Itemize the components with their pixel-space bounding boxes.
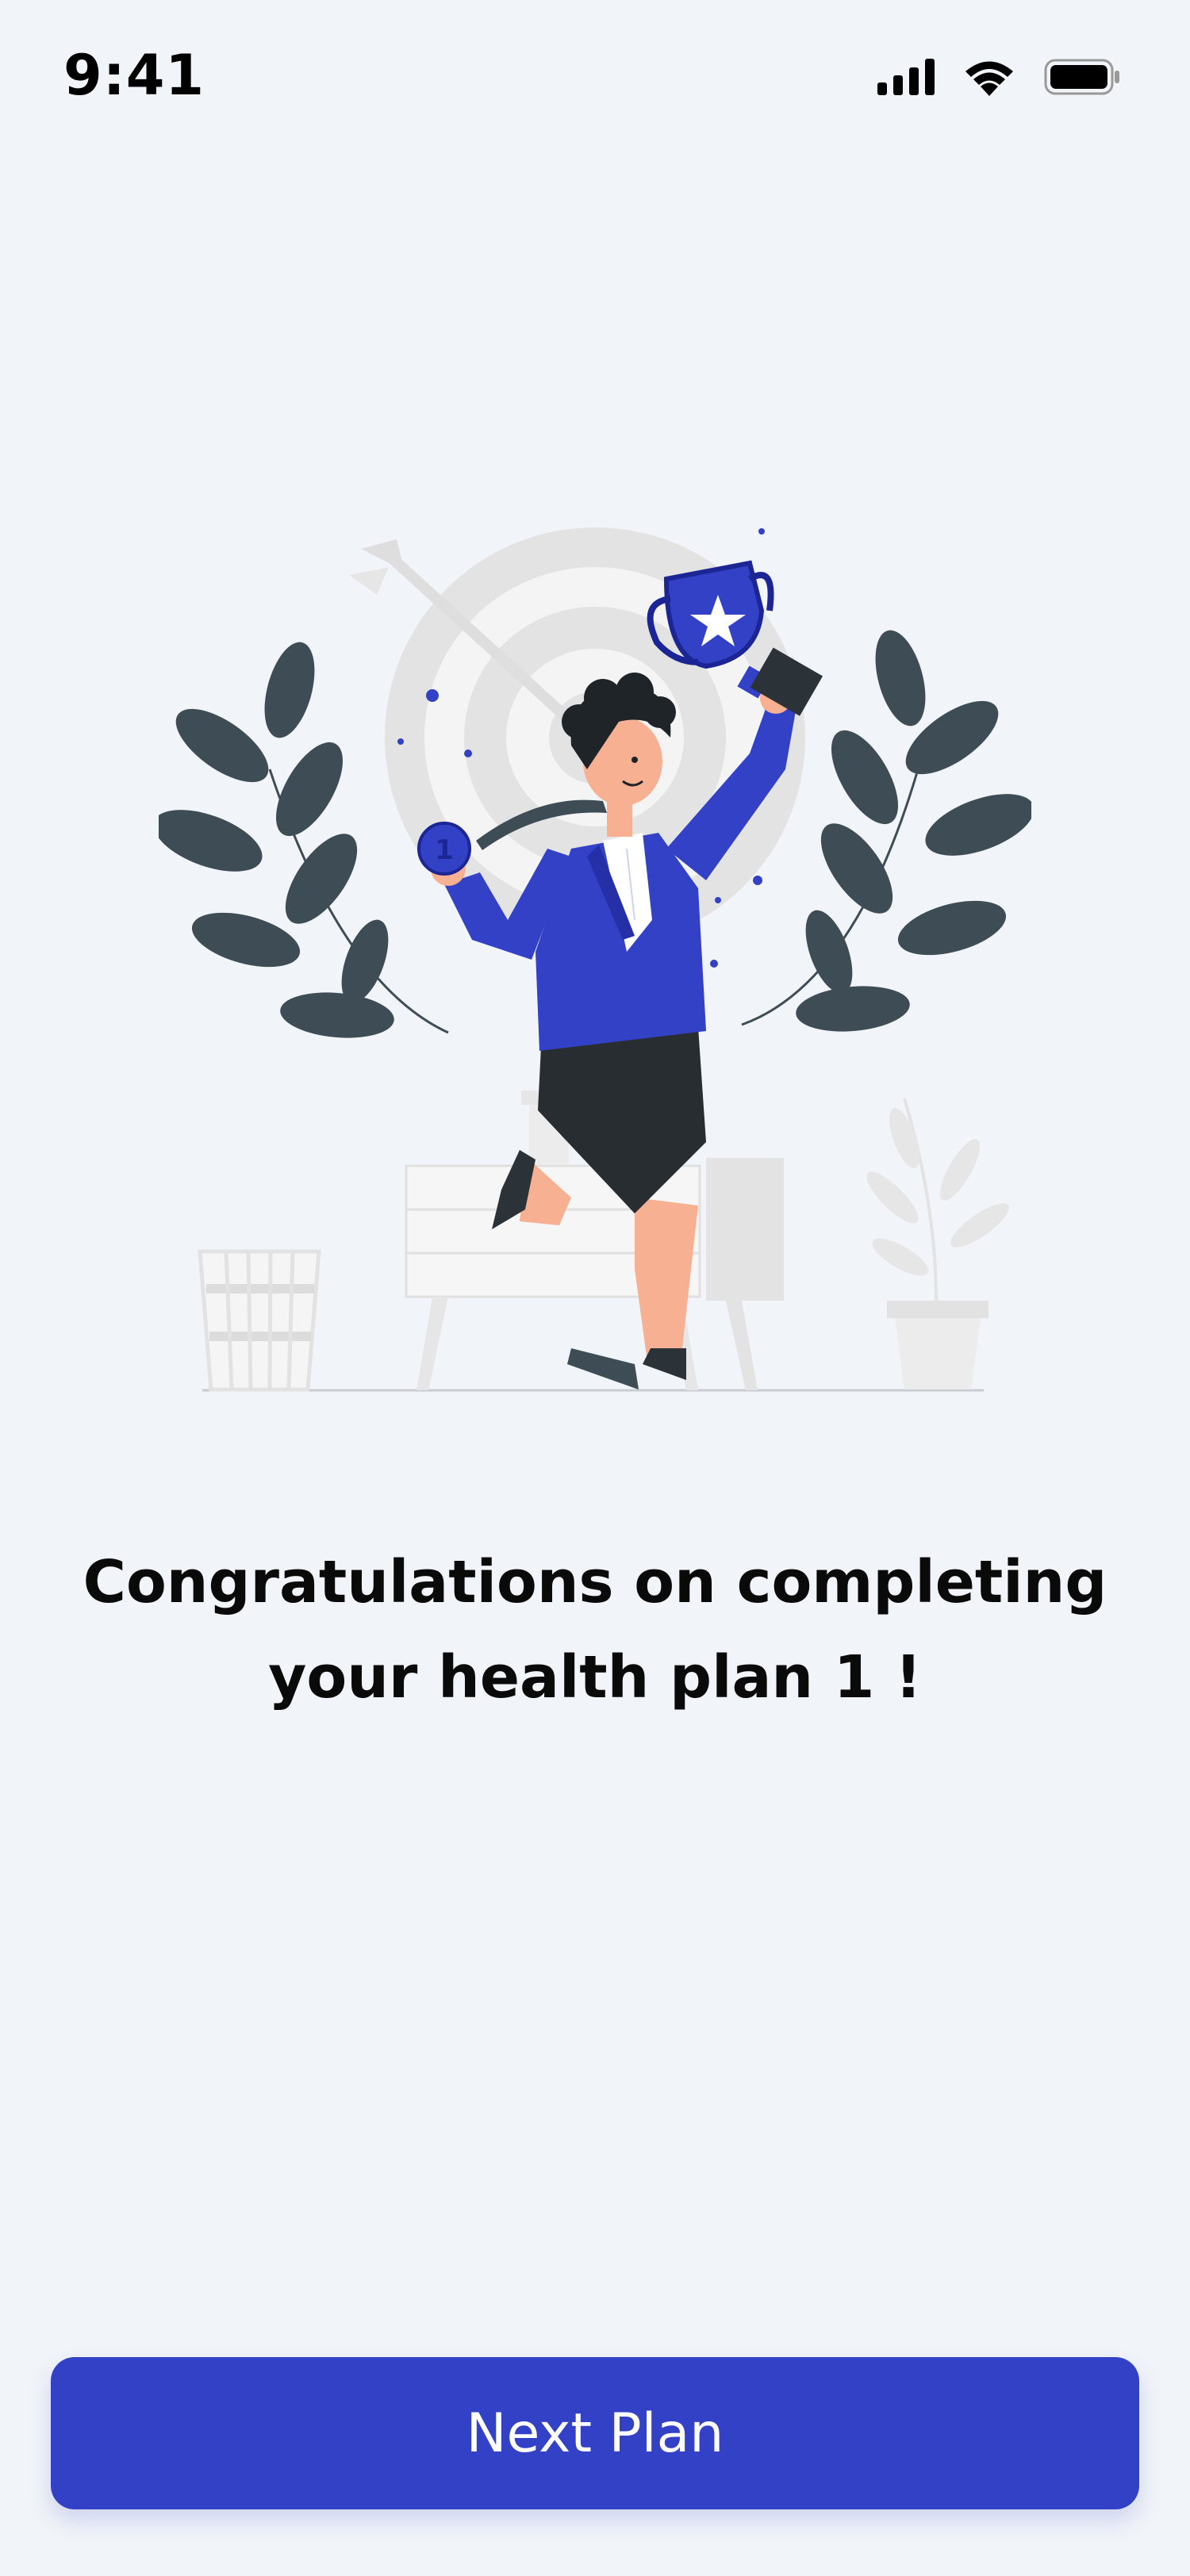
svg-text:1: 1	[435, 834, 454, 866]
congratulations-heading: Congratulations on completing your healt…	[48, 1535, 1142, 1725]
plant-icon	[866, 1098, 1009, 1390]
next-plan-button[interactable]: Next Plan	[51, 2357, 1139, 2509]
completion-screen: 9:41 1 Congratulations on completing you…	[0, 0, 1190, 2576]
status-bar: 9:41	[0, 0, 1190, 143]
wifi-icon	[963, 58, 1015, 99]
status-icons	[877, 59, 1120, 98]
battery-icon	[1044, 59, 1120, 98]
celebration-illustration: 1	[153, 508, 1035, 1428]
cellular-signal-icon	[877, 59, 935, 98]
status-time: 9:41	[63, 43, 205, 108]
heading-line-1: Congratulations on completing	[83, 1548, 1107, 1616]
wastebasket-icon	[198, 1249, 321, 1392]
heading-line-2: your health plan 1 !	[268, 1643, 922, 1712]
